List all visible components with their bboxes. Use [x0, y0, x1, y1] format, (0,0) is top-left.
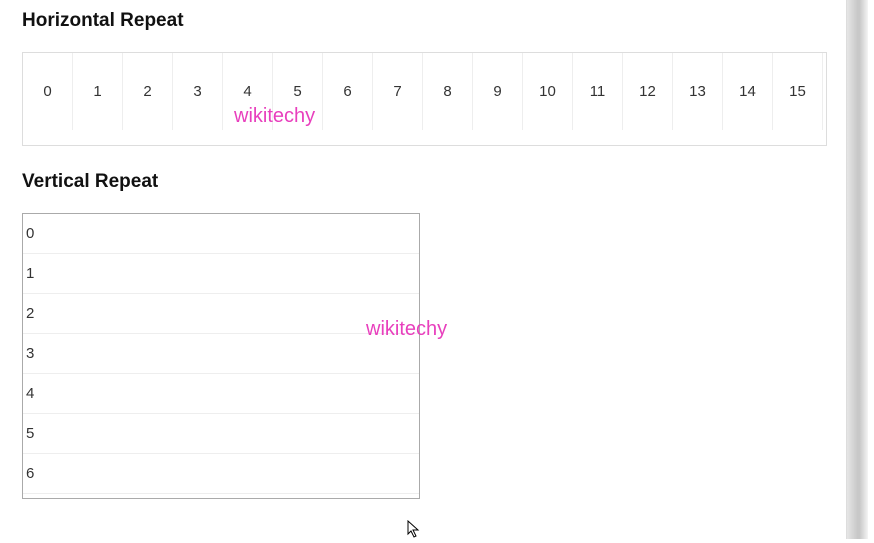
- vertical-repeat-container[interactable]: 0123456789101112131415161718192021222324…: [22, 213, 420, 499]
- horizontal-item: 3: [173, 53, 223, 130]
- vertical-item: 1: [23, 254, 419, 294]
- horizontal-item: 5: [273, 53, 323, 130]
- vertical-item: 7: [23, 494, 419, 499]
- horizontal-item: 0: [23, 53, 73, 130]
- horizontal-item: 11: [573, 53, 623, 130]
- horizontal-item: 1: [73, 53, 123, 130]
- horizontal-item: 16: [823, 53, 827, 130]
- vertical-item: 2: [23, 294, 419, 334]
- horizontal-item: 4: [223, 53, 273, 130]
- vertical-item: 6: [23, 454, 419, 494]
- content-wrap: Horizontal Repeat 0123456789101112131415…: [0, 10, 846, 499]
- page-horizontal-scroll[interactable]: Horizontal Repeat 0123456789101112131415…: [0, 0, 846, 528]
- horizontal-item: 7: [373, 53, 423, 130]
- horizontal-item: 12: [623, 53, 673, 130]
- horizontal-item: 10: [523, 53, 573, 130]
- heading-horizontal-repeat: Horizontal Repeat: [22, 10, 846, 32]
- horizontal-item: 14: [723, 53, 773, 130]
- horizontal-repeat-container[interactable]: 0123456789101112131415161718192021222324…: [22, 52, 827, 146]
- horizontal-item: 6: [323, 53, 373, 130]
- vertical-item: 4: [23, 374, 419, 414]
- horizontal-item: 15: [773, 53, 823, 130]
- horizontal-item: 9: [473, 53, 523, 130]
- horizontal-item: 13: [673, 53, 723, 130]
- heading-vertical-repeat: Vertical Repeat: [22, 171, 846, 193]
- horizontal-item: 2: [123, 53, 173, 130]
- page-right-shadow: [846, 0, 868, 539]
- vertical-item: 3: [23, 334, 419, 374]
- horizontal-item: 8: [423, 53, 473, 130]
- vertical-item: 0: [23, 214, 419, 254]
- vertical-item: 5: [23, 414, 419, 454]
